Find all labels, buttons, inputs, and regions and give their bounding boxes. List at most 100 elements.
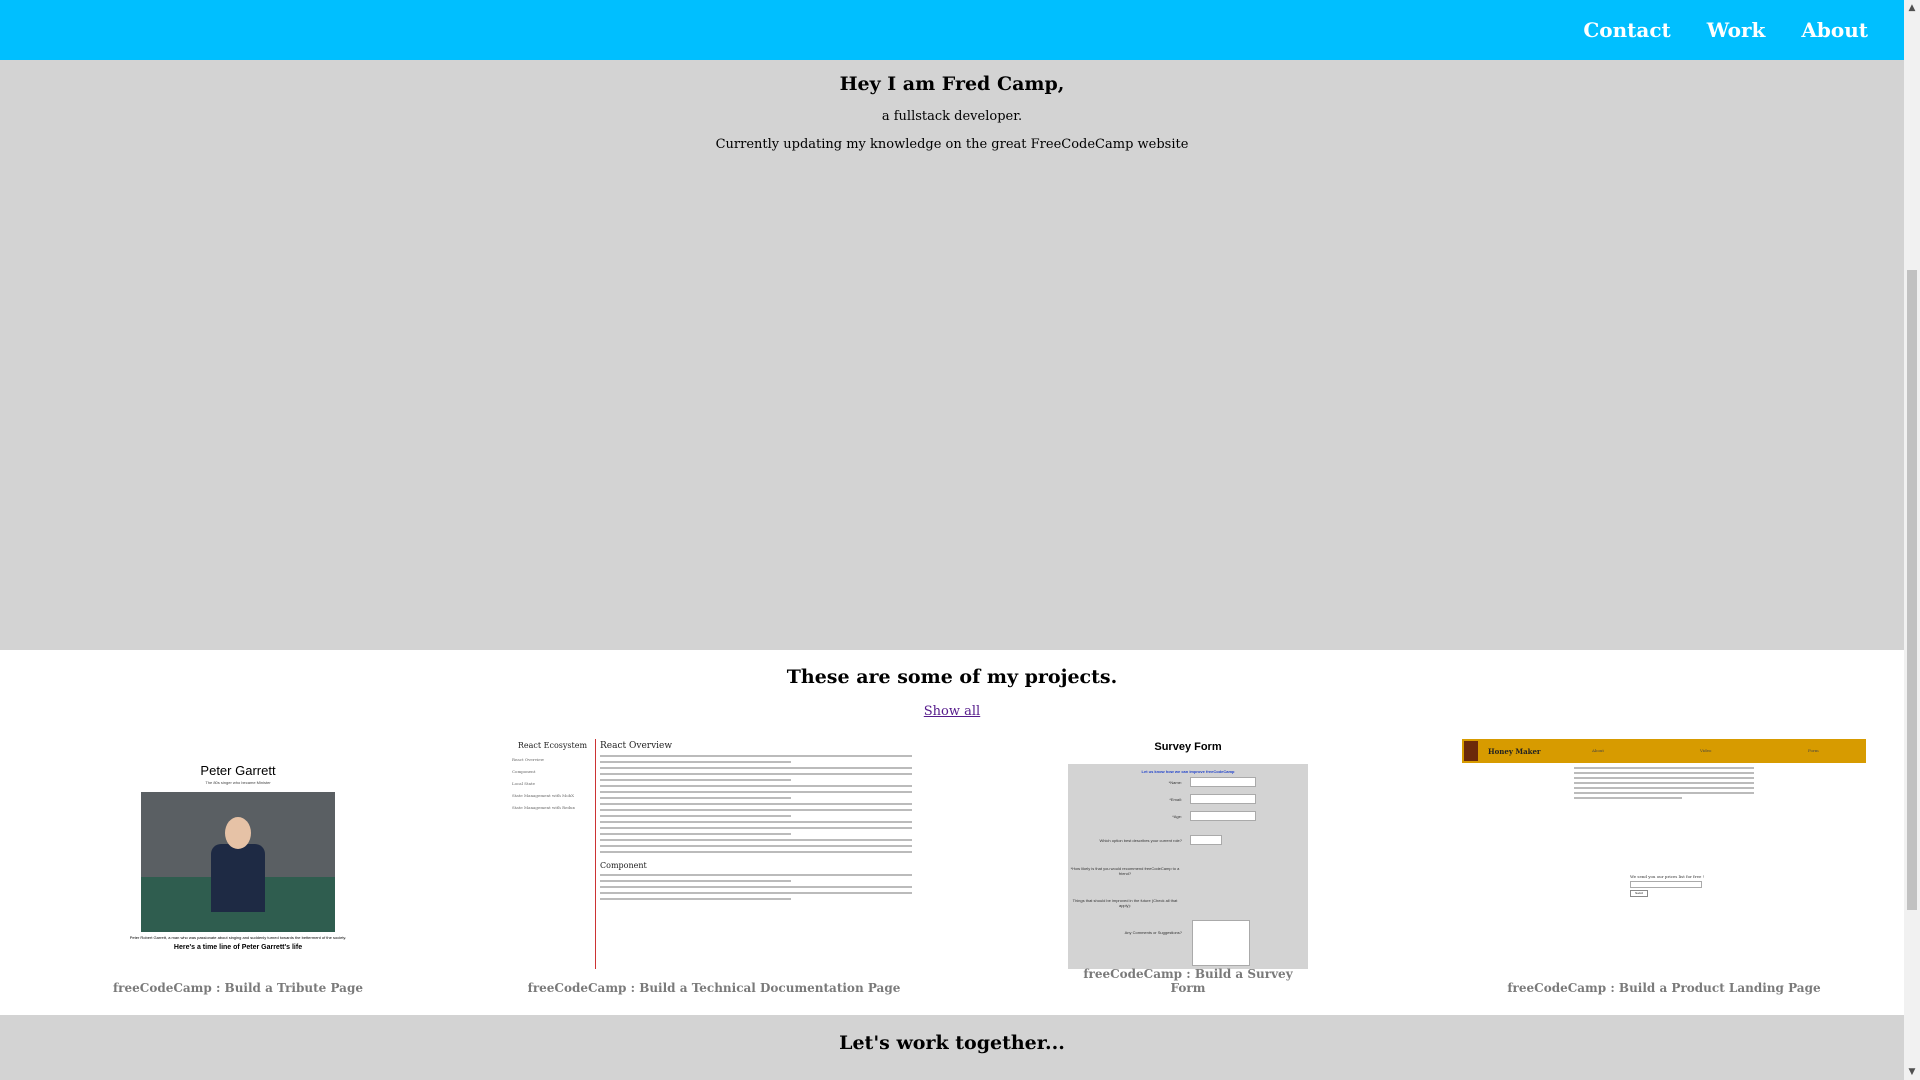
doc-text-line — [600, 815, 791, 817]
landing-text-line — [1574, 767, 1754, 769]
doc-text-line — [600, 886, 912, 888]
doc-nav-item: Component — [512, 769, 536, 774]
contact-heading: Let's work together... — [839, 1032, 1065, 1054]
welcome-tagline: Currently updating my knowledge on the g… — [715, 137, 1189, 152]
survey-form-box: Let us know how we can improve freeCodeC… — [1068, 764, 1308, 969]
thumb-title: Peter Garrett — [200, 763, 276, 778]
survey-label: *Email: — [1169, 797, 1182, 802]
survey-row: *How likely is that you would recommend … — [1068, 863, 1308, 877]
doc-text-line — [600, 898, 791, 900]
tribute-photo — [140, 791, 336, 933]
landing-text — [1574, 767, 1754, 799]
doc-nav-title: React Ecosystem — [517, 741, 588, 750]
photo-person-body — [211, 844, 265, 912]
project-thumbnail[interactable]: Honey Maker About Video Form We send you… — [1462, 739, 1866, 969]
project-tile-tribute[interactable]: Peter Garrett The 80s singer who became … — [110, 745, 366, 995]
survey-label: Any Comments or Suggestions? — [1124, 930, 1182, 935]
landing-link: Video — [1700, 748, 1712, 753]
landing-link: Form — [1808, 748, 1819, 753]
projects-section: These are some of my projects. Show all … — [0, 650, 1904, 1015]
survey-field — [1190, 811, 1256, 821]
landing-send-button: Send — [1630, 890, 1648, 897]
landing-text-line — [1574, 787, 1754, 789]
survey-textarea — [1192, 920, 1250, 966]
photo-person-head — [225, 817, 251, 849]
landing-form-prompt: We send you our prices list for free ! — [1630, 874, 1705, 879]
thumb-subtitle: The 80s singer who became Minister — [205, 780, 271, 785]
top-navbar: Contact Work About — [0, 0, 1904, 60]
doc-text-line — [600, 773, 912, 775]
nav-link-work[interactable]: Work — [1707, 18, 1766, 42]
doc-text-line — [600, 880, 791, 882]
doc-text-line — [600, 785, 912, 787]
doc-text-line — [600, 767, 912, 769]
project-thumbnail[interactable]: Peter Garrett The 80s singer who became … — [115, 759, 361, 969]
survey-row: *Name: — [1068, 777, 1308, 791]
nav-link-contact[interactable]: Contact — [1583, 18, 1670, 42]
scrollbar-thumb[interactable] — [1907, 270, 1917, 910]
project-tile-landing[interactable]: Honey Maker About Video Form We send you… — [1460, 739, 1868, 995]
doc-main: React Overview Component — [600, 739, 918, 900]
survey-row: *Age: — [1068, 811, 1308, 825]
project-caption[interactable]: freeCodeCamp : Build a Technical Documen… — [510, 981, 918, 995]
doc-text-line — [600, 821, 912, 823]
survey-field — [1190, 777, 1256, 787]
doc-text-line — [600, 845, 912, 847]
timeline-heading: Here's a time line of Peter Garrett's li… — [173, 944, 303, 951]
nav-link-about[interactable]: About — [1801, 18, 1868, 42]
doc-text-line — [600, 755, 912, 757]
doc-text-line — [600, 874, 912, 876]
doc-text-line — [600, 851, 912, 853]
welcome-heading: Hey I am Fred Camp, — [839, 73, 1065, 95]
survey-row: *Email: — [1068, 794, 1308, 808]
doc-nav-item: Local State — [512, 781, 535, 786]
doc-text-line — [600, 791, 912, 793]
landing-brand: Honey Maker — [1488, 747, 1541, 756]
project-tile-documentation[interactable]: React Ecosystem React Overview Component… — [510, 739, 918, 995]
photo-caption: Peter Robert Garrett, a man who was pass… — [129, 935, 347, 940]
project-thumbnail[interactable]: Survey Form Let us know how we can impro… — [1068, 739, 1308, 969]
survey-label: *How likely is that you would recommend … — [1070, 866, 1180, 876]
projects-heading: These are some of my projects. — [786, 666, 1118, 688]
welcome-section: Hey I am Fred Camp, a fullstack develope… — [0, 60, 1904, 650]
doc-text-line — [600, 803, 912, 805]
doc-nav-item: React Overview — [512, 757, 545, 762]
show-all-link[interactable]: Show all — [924, 704, 980, 719]
survey-row: Things that should be improved in the fu… — [1068, 895, 1308, 909]
project-caption[interactable]: freeCodeCamp : Build a Product Landing P… — [1460, 981, 1868, 995]
survey-intro: Let us know how we can improve freeCodeC… — [1141, 769, 1235, 774]
landing-header: Honey Maker About Video Form — [1462, 739, 1866, 763]
doc-nav-item: State Management with MobX — [512, 793, 575, 798]
thumb-title: Survey Form — [1154, 741, 1222, 753]
survey-field — [1190, 794, 1256, 804]
survey-row: Any Comments or Suggestions? — [1068, 927, 1308, 941]
scroll-up-arrow-icon[interactable]: ▲ — [1904, 0, 1920, 16]
survey-label: Things that should be improved in the fu… — [1072, 898, 1178, 908]
doc-text-line — [600, 779, 791, 781]
landing-text-line — [1574, 772, 1754, 774]
landing-text-line — [1574, 782, 1754, 784]
doc-text-line — [600, 892, 912, 894]
project-caption[interactable]: freeCodeCamp : Build a Tribute Page — [110, 981, 366, 995]
doc-text-line — [600, 797, 791, 799]
honey-logo — [1464, 741, 1478, 761]
doc-text-line — [600, 827, 912, 829]
landing-text-line — [1574, 777, 1754, 779]
doc-text-line — [600, 833, 791, 835]
landing-link: About — [1592, 748, 1605, 753]
landing-form: We send you our prices list for free ! S… — [1630, 874, 1704, 897]
survey-label: *Name: — [1168, 780, 1182, 785]
page-scrollbar[interactable]: ▲ ▼ — [1904, 0, 1920, 1080]
landing-email-input — [1630, 881, 1702, 888]
welcome-subtitle: a fullstack developer. — [881, 109, 1023, 124]
project-caption[interactable]: freeCodeCamp : Build a Survey Form — [1068, 967, 1308, 995]
project-tile-survey[interactable]: Survey Form Let us know how we can impro… — [1068, 739, 1308, 995]
scroll-down-arrow-icon[interactable]: ▼ — [1904, 1064, 1920, 1080]
survey-select — [1190, 835, 1222, 845]
doc-text-line — [600, 809, 912, 811]
landing-text-line — [1574, 792, 1754, 794]
contact-section: Let's work together... — [0, 1015, 1904, 1080]
landing-text-line — [1574, 797, 1682, 799]
project-thumbnail[interactable]: React Ecosystem React Overview Component… — [510, 739, 918, 969]
doc-text-line — [600, 761, 791, 763]
